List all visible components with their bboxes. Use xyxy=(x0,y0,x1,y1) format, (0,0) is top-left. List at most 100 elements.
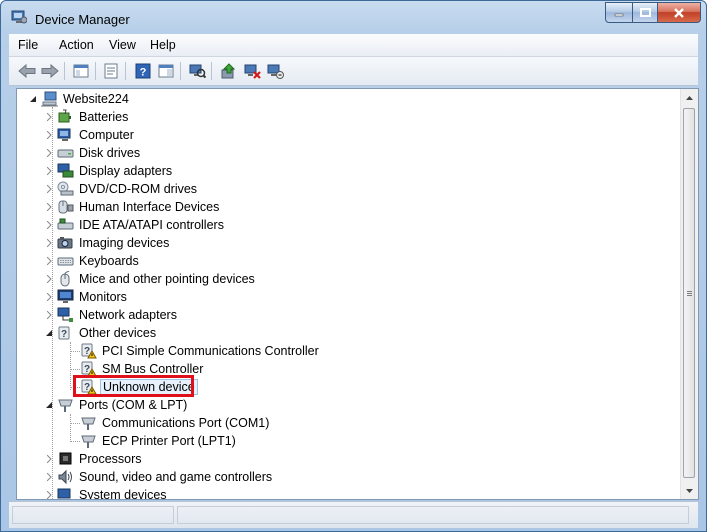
device-tree: Website224 Batteries Computer Disk drive… xyxy=(17,89,681,499)
properties-button[interactable] xyxy=(101,62,121,80)
tree-item-system-devices[interactable]: System devices xyxy=(45,486,169,499)
tree-connector-line xyxy=(70,423,80,424)
minimize-button[interactable] xyxy=(605,2,633,23)
menu-action[interactable]: Action xyxy=(59,38,94,52)
vertical-scrollbar[interactable] xyxy=(680,89,698,499)
toolbar: ? xyxy=(9,57,698,86)
expand-arrow-icon[interactable] xyxy=(45,450,54,468)
tree-item-ide-ata-atapi-controllers[interactable]: IDE ATA/ATAPI controllers xyxy=(45,216,226,234)
uninstall-device-button[interactable] xyxy=(265,62,285,80)
tree-item-computer[interactable]: Computer xyxy=(45,126,136,144)
menu-view[interactable]: View xyxy=(109,38,136,52)
maximize-button[interactable] xyxy=(633,2,658,23)
thumb-grip xyxy=(687,291,692,292)
console-tree-icon xyxy=(73,64,89,78)
expand-arrow-icon[interactable] xyxy=(45,144,54,162)
expand-arrow-icon[interactable] xyxy=(45,270,54,288)
expand-arrow-icon[interactable] xyxy=(45,216,54,234)
tree-item-display-adapters[interactable]: Display adapters xyxy=(45,162,174,180)
disable-device-button[interactable] xyxy=(242,62,262,80)
svg-text:?: ? xyxy=(61,329,67,340)
expand-arrow-icon[interactable] xyxy=(45,288,54,306)
expand-arrow-icon[interactable] xyxy=(45,108,54,126)
thumb-grip xyxy=(687,293,692,294)
keyboard-icon xyxy=(57,257,74,266)
menu-bar: File Action View Help xyxy=(9,34,698,57)
menu-help[interactable]: Help xyxy=(150,38,176,52)
tree-item-pci-simple-communications-controller[interactable]: ? PCI Simple Communications Controller xyxy=(80,342,321,360)
tree-item-label: Processors xyxy=(79,452,142,466)
ide-controller-icon xyxy=(57,218,74,230)
scan-hardware-changes-button[interactable] xyxy=(187,62,207,80)
tree-item-label: Disk drives xyxy=(79,146,141,160)
tree-connector-line xyxy=(70,369,80,370)
expand-arrow-icon[interactable] xyxy=(45,486,54,499)
toolbar-separator xyxy=(180,62,181,80)
collapse-arrow-icon[interactable] xyxy=(45,324,54,342)
tree-item-communications-port[interactable]: Communications Port (COM1) xyxy=(80,414,271,432)
close-button[interactable] xyxy=(658,2,701,23)
tree-item-disk-drives[interactable]: Disk drives xyxy=(45,144,142,162)
tree-item-label: ECP Printer Port (LPT1) xyxy=(102,434,236,448)
title-bar[interactable]: Device Manager xyxy=(1,1,706,33)
tree-item-monitors[interactable]: Monitors xyxy=(45,288,129,306)
tree-item-dvd-cd-rom-drives[interactable]: DVD/CD-ROM drives xyxy=(45,180,199,198)
expand-arrow-icon[interactable] xyxy=(45,234,54,252)
back-button[interactable] xyxy=(17,62,37,80)
tree-connector-line xyxy=(70,351,80,352)
collapse-arrow-icon[interactable] xyxy=(29,90,38,108)
status-bar xyxy=(9,501,698,528)
expand-arrow-icon[interactable] xyxy=(45,306,54,324)
expand-arrow-icon[interactable] xyxy=(45,198,54,216)
port-icon xyxy=(81,435,96,448)
update-driver-icon xyxy=(221,63,235,79)
tree-connector-line xyxy=(70,414,71,442)
tree-item-processors[interactable]: Processors xyxy=(45,450,144,468)
scroll-up-button[interactable] xyxy=(681,89,698,106)
tree-root-computer[interactable]: Website224 xyxy=(17,90,131,108)
highlight-box xyxy=(73,375,194,397)
port-icon xyxy=(58,399,73,412)
update-driver-button[interactable] xyxy=(218,62,238,80)
tree-item-ecp-printer-port[interactable]: ECP Printer Port (LPT1) xyxy=(80,432,238,450)
menu-file[interactable]: File xyxy=(18,38,38,52)
help-button[interactable]: ? xyxy=(133,62,153,80)
show-hide-console-tree-button[interactable] xyxy=(71,62,91,80)
tree-item-imaging-devices[interactable]: Imaging devices xyxy=(45,234,171,252)
window-controls xyxy=(605,2,701,23)
tree-connector-line xyxy=(70,342,71,390)
tree-item-label: Keyboards xyxy=(79,254,139,268)
tree-item-ports[interactable]: Ports (COM & LPT) xyxy=(45,396,189,414)
window-title: Device Manager xyxy=(35,12,130,27)
tree-item-label: Display adapters xyxy=(79,164,173,178)
device-manager-window: Device Manager File Action View Help ? W… xyxy=(0,0,707,532)
expand-arrow-icon[interactable] xyxy=(45,126,54,144)
tree-item-label: IDE ATA/ATAPI controllers xyxy=(79,218,224,232)
uninstall-device-icon xyxy=(267,64,284,79)
tree-item-other-devices[interactable]: ? Other devices xyxy=(45,324,158,342)
tree-item-label: Human Interface Devices xyxy=(79,200,220,214)
tree-item-network-adapters[interactable]: Network adapters xyxy=(45,306,179,324)
scroll-up-arrow-icon xyxy=(686,95,693,100)
status-cell xyxy=(12,506,174,524)
tree-item-keyboards[interactable]: Keyboards xyxy=(45,252,141,270)
expand-arrow-icon[interactable] xyxy=(45,162,54,180)
scrollbar-thumb[interactable] xyxy=(683,108,695,478)
scroll-down-button[interactable] xyxy=(681,482,698,499)
expand-arrow-icon[interactable] xyxy=(45,252,54,270)
tree-item-batteries[interactable]: Batteries xyxy=(45,108,130,126)
expand-arrow-icon[interactable] xyxy=(45,180,54,198)
help-icon: ? xyxy=(135,63,151,79)
action-pane-button[interactable] xyxy=(156,62,176,80)
tree-item-sound-video-game-controllers[interactable]: Sound, video and game controllers xyxy=(45,468,274,486)
scroll-down-arrow-icon xyxy=(686,488,693,493)
processor-icon xyxy=(59,452,72,465)
tree-item-human-interface-devices[interactable]: Human Interface Devices xyxy=(45,198,221,216)
tree-item-mice[interactable]: Mice and other pointing devices xyxy=(45,270,257,288)
scan-hardware-icon xyxy=(189,64,206,79)
forward-button[interactable] xyxy=(40,62,60,80)
collapse-arrow-icon[interactable] xyxy=(45,396,54,414)
expand-arrow-icon[interactable] xyxy=(45,468,54,486)
disk-drive-icon xyxy=(57,149,74,158)
tree-item-label: DVD/CD-ROM drives xyxy=(79,182,198,196)
